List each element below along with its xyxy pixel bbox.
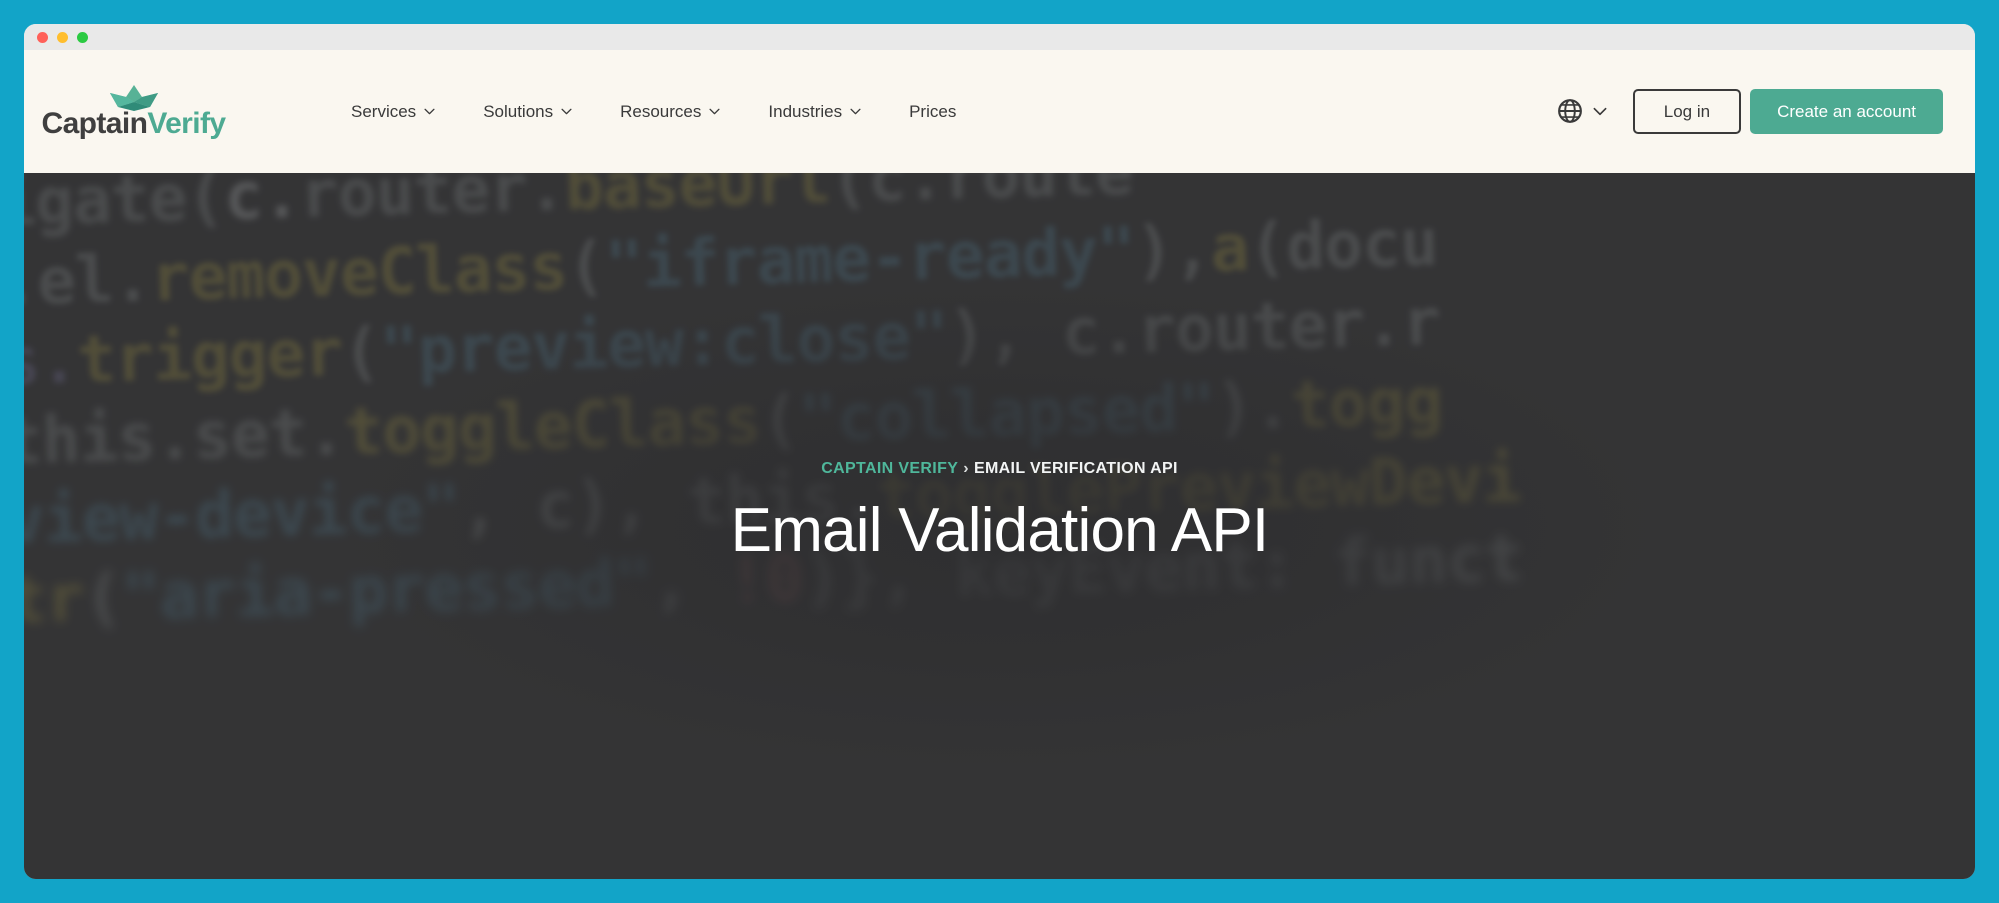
nav-label-services: Services (351, 101, 417, 121)
nav-item-industries[interactable]: Industries (744, 92, 885, 132)
chevron-down-icon (561, 108, 572, 115)
minimize-window-button[interactable] (57, 31, 68, 43)
header-actions: Log in Create an account (1545, 88, 1943, 135)
login-button[interactable]: Log in (1632, 88, 1742, 135)
nav-item-prices[interactable]: Prices (885, 92, 980, 132)
logo-text-primary: Captain (41, 106, 148, 140)
globe-icon (1557, 99, 1582, 124)
nav-item-resources[interactable]: Resources (596, 92, 744, 132)
close-window-button[interactable] (37, 31, 48, 43)
language-switcher[interactable] (1545, 90, 1619, 132)
breadcrumb-current: EMAIL VERIFICATION API (973, 460, 1178, 478)
nav-label-prices: Prices (909, 101, 957, 121)
nav-item-solutions[interactable]: Solutions (459, 92, 596, 132)
nav-label-resources: Resources (620, 101, 702, 121)
window-titlebar (24, 24, 1975, 50)
hero-section: ..ten this.el.addClass("iframe-ready"),a… (24, 173, 1975, 879)
breadcrumb-separator: › (963, 460, 969, 478)
logo-wordmark: CaptainVerify (41, 106, 227, 140)
chevron-down-icon (850, 108, 861, 115)
browser-window: CaptainVerify Services Solutions Resourc… (24, 24, 1975, 879)
hero-content: CAPTAIN VERIFY › EMAIL VERIFICATION API Em… (24, 173, 1975, 879)
breadcrumb-root[interactable]: CAPTAIN VERIFY (821, 460, 958, 477)
chevron-down-icon (424, 108, 435, 115)
breadcrumb: CAPTAIN VERIFY › EMAIL VERIFICATION API (821, 460, 1178, 478)
maximize-window-button[interactable] (77, 31, 88, 43)
chevron-down-icon (709, 108, 720, 115)
site-header: CaptainVerify Services Solutions Resourc… (24, 50, 1975, 173)
logo-captainverify[interactable]: CaptainVerify (42, 84, 226, 139)
nav-item-services[interactable]: Services (327, 92, 459, 132)
create-account-button[interactable]: Create an account (1750, 88, 1943, 135)
nav-label-solutions: Solutions (483, 101, 554, 121)
main-navigation: Services Solutions Resources Industries (327, 92, 980, 132)
logo-text-secondary: Verify (147, 106, 226, 140)
chevron-down-icon (1593, 107, 1607, 116)
nav-label-industries: Industries (768, 101, 843, 121)
page-title: Email Validation API (730, 496, 1270, 566)
